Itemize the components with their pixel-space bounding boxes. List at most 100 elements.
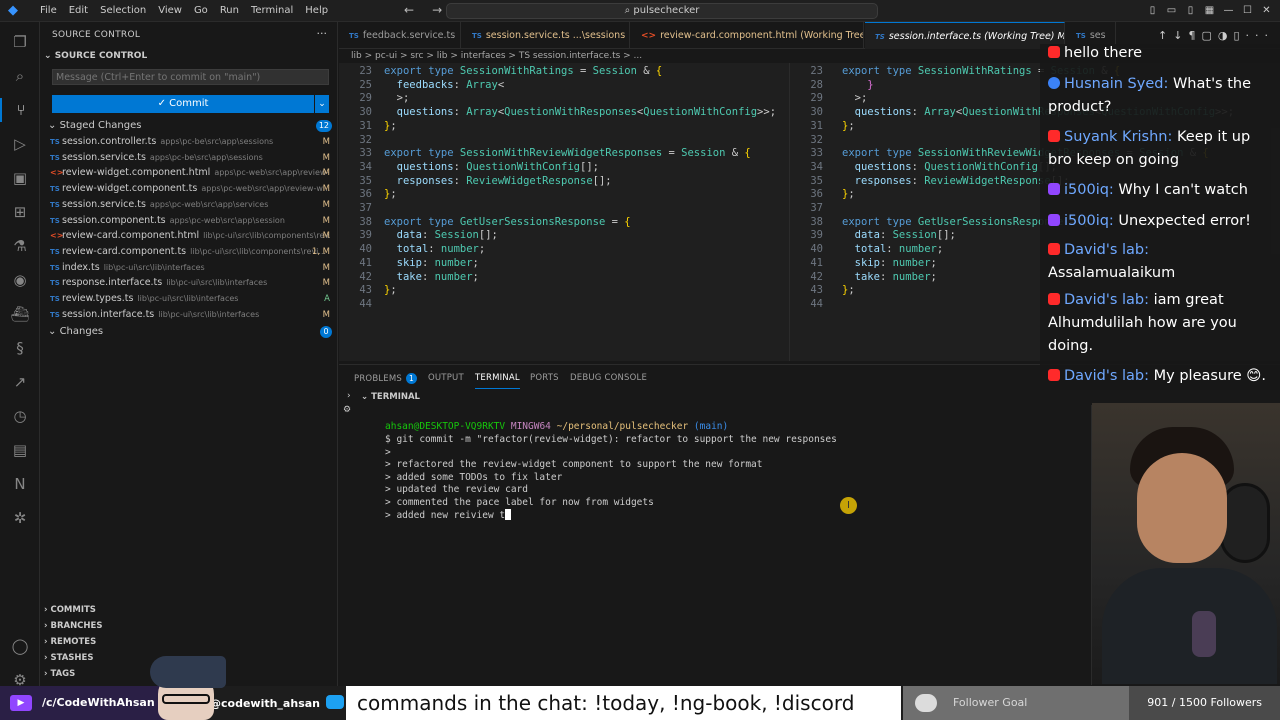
- command-center[interactable]: ⌕ pulsechecker: [446, 3, 878, 19]
- tab-debug-console[interactable]: DEBUG CONSOLE: [570, 373, 647, 383]
- terminal-line: > updated the review card: [385, 484, 528, 495]
- chevron-down-icon: ⌄: [48, 120, 60, 131]
- staged-file-item[interactable]: TS index.ts lib\pc-ui\src\lib\interfaces M: [50, 260, 330, 276]
- tab-label: ses: [1089, 30, 1106, 41]
- staged-file-item[interactable]: <>review-card.component.html lib\pc-ui\sr…: [50, 228, 330, 244]
- file-name: index.ts: [62, 261, 100, 273]
- s-extension-icon[interactable]: §: [0, 336, 40, 360]
- ts-file-icon: TS: [50, 247, 60, 256]
- tab-session-service[interactable]: TS session.service.ts ...\sessions M: [462, 22, 630, 49]
- commit-dropdown-button[interactable]: ⌄: [315, 95, 329, 113]
- menu-selection[interactable]: Selection: [94, 0, 152, 22]
- terminal[interactable]: ahsan@DESKTOP-VQ9RKTV MINGW64 ~/personal…: [371, 407, 1091, 677]
- commit-message-input[interactable]: [52, 69, 329, 85]
- close-window-icon[interactable]: ✕: [1257, 0, 1276, 22]
- tab-output[interactable]: OUTPUT: [428, 373, 464, 383]
- run-debug-icon[interactable]: ▷: [0, 132, 40, 156]
- nx-icon[interactable]: N: [0, 472, 40, 496]
- debug-icon[interactable]: ⚙: [343, 405, 351, 415]
- back-arrow-icon[interactable]: ←: [404, 3, 414, 17]
- staged-file-item[interactable]: <>review-widget.component.html apps\pc-we…: [50, 165, 330, 181]
- menu-terminal[interactable]: Terminal: [245, 0, 299, 22]
- toggle-panel-icon[interactable]: ▭: [1162, 0, 1181, 22]
- docker-icon[interactable]: ⛴: [0, 302, 40, 326]
- tab-review-card-html[interactable]: <> review-card.component.html (Working Tr…: [631, 22, 864, 49]
- changes-group[interactable]: ⌄ Changes 0: [48, 324, 332, 340]
- remotes-section[interactable]: › REMOTES: [44, 635, 96, 650]
- staged-changes-group[interactable]: ⌄ Staged Changes 12: [48, 118, 332, 134]
- staged-file-item[interactable]: TS review.types.ts lib\pc-ui\src\lib\inter…: [50, 291, 330, 307]
- menu-view[interactable]: View: [152, 0, 188, 22]
- staged-file-item[interactable]: TS session.controller.ts apps\pc-be\src\ap…: [50, 134, 330, 150]
- file-name: review-card.component.ts: [62, 245, 187, 257]
- tab-terminal[interactable]: TERMINAL: [475, 373, 520, 389]
- file-name: session.controller.ts: [62, 136, 157, 147]
- tab-session-interface[interactable]: TSsession.interface.ts (Working Tree) M✕: [865, 22, 1065, 49]
- more-actions-icon[interactable]: ···: [317, 27, 328, 40]
- menu-run[interactable]: Run: [214, 0, 245, 22]
- plugin-icon[interactable]: ✲: [0, 506, 40, 530]
- staged-file-item[interactable]: TS session.component.ts apps\pc-web\src\ap…: [50, 213, 330, 229]
- tab-feedback-service[interactable]: TS feedback.service.ts: [339, 22, 461, 49]
- staged-file-item[interactable]: TS response.interface.ts lib\pc-ui\src\lib…: [50, 275, 330, 291]
- file-path: apps\pc-be\src\app\sessions: [149, 152, 263, 162]
- editor-actions[interactable]: ↑↓¶▢◑▯···: [1158, 29, 1274, 42]
- breadcrumb[interactable]: lib > pc-ui > src > lib > interfaces > T…: [339, 49, 789, 63]
- line-number: 31: [359, 119, 372, 132]
- commit-button[interactable]: ✓ Commit: [52, 95, 314, 113]
- chevron-right-icon[interactable]: ›: [347, 391, 351, 401]
- file-path: apps\pc-web\src\app\services: [149, 199, 269, 209]
- staged-file-item[interactable]: TS session.interface.ts lib\pc-ui\src\lib\…: [50, 307, 330, 323]
- source-control-icon[interactable]: ⑂: [0, 98, 40, 122]
- chat-message: David's lab: iam great Alhumdulilah how …: [1048, 289, 1276, 358]
- stream-chat-overlay: hello there Husnain Syed: What's the pro…: [1040, 44, 1280, 390]
- terminal-icon[interactable]: ▤: [0, 438, 40, 462]
- tab-ports[interactable]: PORTS: [530, 373, 559, 383]
- menu-go[interactable]: Go: [188, 0, 214, 22]
- line-number: 33: [359, 147, 372, 160]
- tags-section[interactable]: › TAGS: [44, 667, 75, 682]
- branches-section[interactable]: › BRANCHES: [44, 619, 102, 634]
- staged-file-item[interactable]: TS review-card.component.ts lib\pc-ui\src\…: [50, 244, 330, 260]
- timeline-icon[interactable]: ◷: [0, 404, 40, 428]
- stashes-section[interactable]: › STASHES: [44, 651, 93, 666]
- forward-arrow-icon[interactable]: →: [432, 3, 442, 17]
- account-icon[interactable]: ◯: [0, 634, 40, 658]
- staged-file-item[interactable]: TS session.service.ts apps\pc-be\src\app\s…: [50, 150, 330, 166]
- file-status: M: [322, 184, 330, 195]
- terminal-section[interactable]: ⌄ TERMINAL: [361, 392, 420, 402]
- source-control-section[interactable]: ⌄ SOURCE CONTROL: [44, 51, 147, 61]
- social-handle: @codewith_ahsan: [210, 695, 344, 710]
- file-status: M: [322, 137, 330, 147]
- microphone: [1192, 611, 1216, 657]
- search-icon[interactable]: ⌕: [0, 64, 40, 88]
- toggle-secondary-sidebar-icon[interactable]: ▯: [1181, 0, 1200, 22]
- github-icon[interactable]: ◉: [0, 268, 40, 292]
- staged-file-item[interactable]: TS session.service.ts apps\pc-web\src\app\…: [50, 197, 330, 213]
- chat-text: Assalamualaikum: [1048, 265, 1176, 281]
- minimize-icon[interactable]: —: [1219, 0, 1238, 22]
- staged-file-item[interactable]: TS review-widget.component.ts apps\pc-web\…: [50, 181, 330, 197]
- explorer-icon[interactable]: ❐: [0, 30, 40, 54]
- twitter-icon: [326, 695, 344, 709]
- youtube-icon: [1048, 130, 1060, 142]
- menu-edit[interactable]: Edit: [63, 0, 94, 22]
- commits-section[interactable]: › COMMITS: [44, 603, 96, 618]
- file-path: lib\pc-ui\src\lib\components\revi...: [190, 246, 327, 256]
- layout-icon[interactable]: ▦: [1200, 0, 1219, 22]
- tab-problems[interactable]: PROBLEMS 1: [354, 373, 417, 384]
- diff-editor-original[interactable]: 23 25 29 30 31 32 33 34 35 36 37 38 39 40 41 42 43 44 exp…: [339, 63, 789, 361]
- testing-icon[interactable]: ⚗: [0, 234, 40, 258]
- maximize-icon[interactable]: ☐: [1238, 0, 1257, 22]
- remote-explorer-icon[interactable]: ▣: [0, 166, 40, 190]
- file-status: M: [322, 152, 330, 163]
- code-block: export type SessionWithRatings = Session…: [384, 65, 777, 297]
- toggle-sidebar-icon[interactable]: ▯: [1143, 0, 1162, 22]
- extensions-icon[interactable]: ⊞: [0, 200, 40, 224]
- liveshare-icon[interactable]: ↗: [0, 370, 40, 394]
- ts-file-icon: TS: [50, 295, 60, 303]
- menu-file[interactable]: File: [34, 0, 63, 22]
- line-number: 39: [359, 229, 372, 242]
- html-file-icon: <>: [50, 231, 64, 241]
- menu-help[interactable]: Help: [299, 0, 334, 22]
